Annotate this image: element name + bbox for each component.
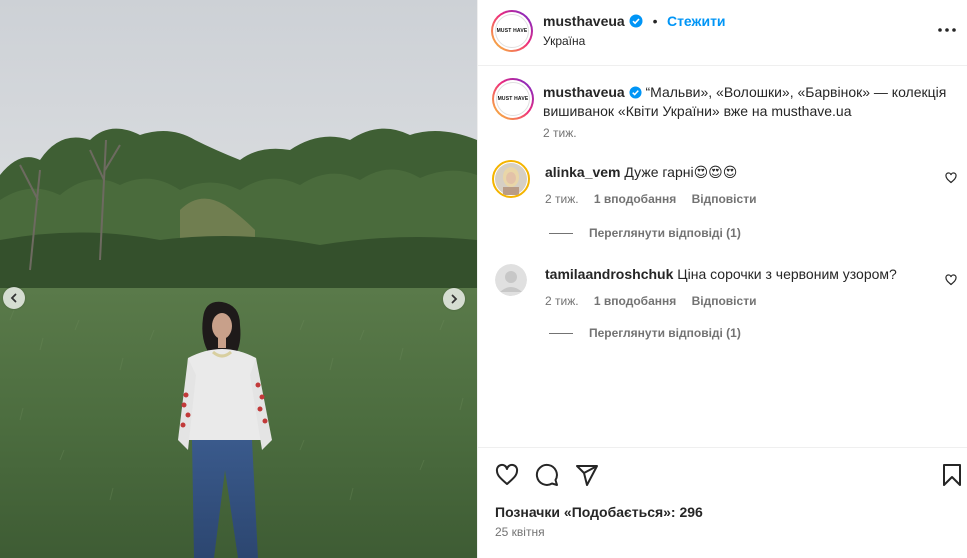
caption-text: musthaveua “Мальви», «Волошки», «Барвіно…	[543, 83, 948, 121]
post-side-panel: MUST HAVE musthaveua • Стежити Україна M…	[477, 0, 967, 558]
replies-line	[549, 232, 573, 234]
verified-badge-icon	[629, 14, 643, 28]
header-title-row: musthaveua • Стежити	[543, 13, 726, 31]
replies-line	[549, 332, 573, 334]
view-replies-button[interactable]: Переглянути відповіді (1)	[549, 326, 741, 340]
view-replies-button[interactable]: Переглянути відповіді (1)	[549, 226, 741, 240]
likes-count[interactable]: Позначки «Подобається»: 296	[495, 504, 703, 520]
verified-badge-icon	[629, 86, 642, 99]
separator-dot: •	[652, 13, 658, 29]
avatar-logo: MUST HAVE	[496, 82, 530, 116]
share-icon[interactable]	[575, 463, 599, 487]
reply-button[interactable]: Відповісти	[692, 192, 757, 206]
post-header: MUST HAVE musthaveua • Стежити Україна	[478, 0, 967, 66]
comment-meta: 2 тиж. 1 вподобання Відповісти	[545, 192, 768, 206]
comment-likes[interactable]: 1 вподобання	[594, 192, 676, 206]
heart-icon[interactable]	[945, 274, 957, 286]
comment-body: Ціна сорочки з червоним узором?	[677, 266, 897, 282]
reply-button[interactable]: Відповісти	[692, 294, 757, 308]
default-avatar-icon	[495, 264, 527, 296]
caption-author-avatar[interactable]: MUST HAVE	[492, 78, 534, 120]
comment-body: Дуже гарні😍😍😍	[624, 164, 738, 180]
view-replies-label: Переглянути відповіді (1)	[589, 326, 741, 340]
comment-text: alinka_vem Дуже гарні😍😍😍	[545, 164, 737, 181]
follow-button[interactable]: Стежити	[667, 13, 726, 29]
author-username[interactable]: musthaveua	[543, 13, 625, 29]
comment-time[interactable]: 2 тиж.	[545, 192, 579, 206]
more-options-icon[interactable]	[936, 20, 958, 40]
comment-meta: 2 тиж. 1 вподобання Відповісти	[545, 294, 768, 308]
avatar-logo: MUST HAVE	[495, 14, 529, 48]
post-location[interactable]: Україна	[543, 34, 585, 48]
heart-icon[interactable]	[945, 172, 957, 184]
previous-photo-button[interactable]	[3, 287, 25, 309]
comment-icon[interactable]	[535, 463, 559, 487]
commenter-avatar[interactable]	[492, 160, 530, 198]
post-actions: Позначки «Подобається»: 296 25 квітня	[478, 447, 967, 558]
commenter-avatar[interactable]	[495, 264, 527, 296]
post-photo[interactable]	[0, 0, 477, 558]
heart-icon[interactable]	[495, 463, 519, 487]
caption-timestamp[interactable]: 2 тиж.	[543, 126, 577, 140]
author-avatar[interactable]: MUST HAVE	[491, 10, 533, 52]
comment-time[interactable]: 2 тиж.	[545, 294, 579, 308]
chevron-left-icon	[10, 293, 17, 303]
post-dialog: MUST HAVE musthaveua • Стежити Україна M…	[0, 0, 967, 558]
comment-likes[interactable]: 1 вподобання	[594, 294, 676, 308]
caption-username[interactable]: musthaveua	[543, 84, 625, 100]
comment-username[interactable]: tamilaandroshchuk	[545, 266, 673, 282]
next-photo-button[interactable]	[443, 288, 465, 310]
photo-scene	[0, 0, 477, 558]
view-replies-label: Переглянути відповіді (1)	[589, 226, 741, 240]
chevron-right-icon	[451, 294, 458, 304]
comment-username[interactable]: alinka_vem	[545, 164, 621, 180]
post-date[interactable]: 25 квітня	[495, 525, 545, 539]
comment-text: tamilaandroshchuk Ціна сорочки з червони…	[545, 266, 897, 282]
bookmark-icon[interactable]	[941, 463, 963, 487]
user-photo-avatar	[495, 163, 527, 195]
